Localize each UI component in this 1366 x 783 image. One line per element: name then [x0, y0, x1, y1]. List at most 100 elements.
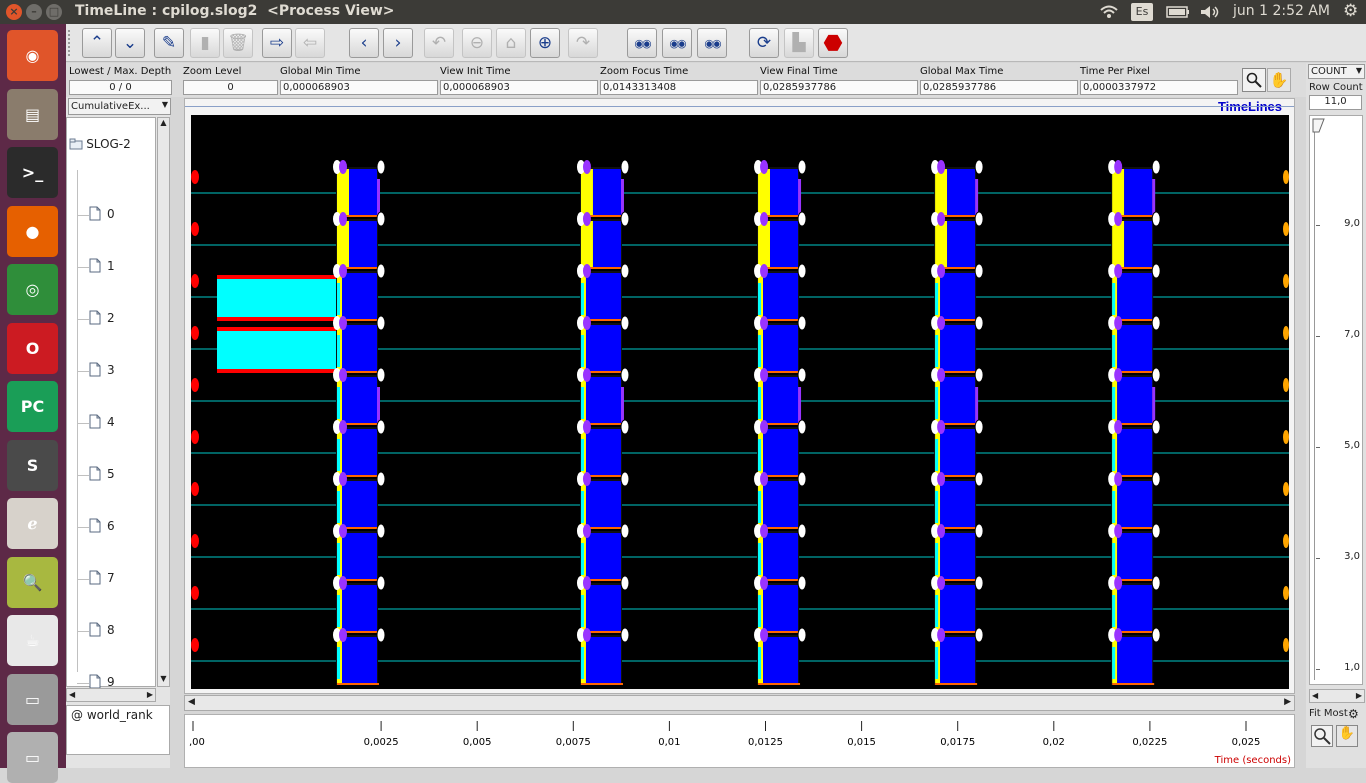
- scroll-up-arrow-icon[interactable]: ▲: [158, 118, 169, 130]
- delete-button[interactable]: 🗑: [223, 28, 253, 58]
- event-marker: [582, 160, 591, 174]
- launcher-drive-icon[interactable]: ▭: [7, 673, 58, 725]
- timeline-horizontal-scrollbar[interactable]: ◀ ▶: [184, 695, 1295, 711]
- launcher-sublime-icon[interactable]: S: [7, 439, 58, 491]
- search-forward-button[interactable]: ◉◉: [697, 28, 727, 58]
- wait-state: [217, 331, 343, 369]
- zoom-fit-button[interactable]: [1311, 725, 1333, 747]
- cyan-state: [337, 491, 340, 523]
- zoom-in-button[interactable]: ⊕: [530, 28, 560, 58]
- row-slider[interactable]: 9,0 7,0 5,0 3,0 1,0: [1309, 115, 1363, 685]
- launcher-terminal-icon[interactable]: >_: [7, 147, 58, 198]
- slider-tick-label: 1,0: [1344, 662, 1360, 673]
- launcher-opera-icon[interactable]: O: [7, 322, 58, 374]
- scroll-down-button[interactable]: ⌄: [115, 28, 145, 58]
- zoom-out-button[interactable]: ⊖: [462, 28, 492, 58]
- hand-icon[interactable]: ✋: [1267, 68, 1291, 92]
- gear-icon[interactable]: ⚙: [1348, 707, 1359, 721]
- launcher-image-viewer-icon[interactable]: 🔍: [7, 556, 58, 608]
- start-marker: [191, 170, 199, 184]
- tree-root[interactable]: SLOG-2: [69, 137, 131, 151]
- window-minimize-button[interactable]: –: [26, 4, 42, 20]
- paste-button[interactable]: ▮: [190, 28, 220, 58]
- go-forward-button[interactable]: ⇨: [262, 28, 292, 58]
- magnifier-icon[interactable]: [1242, 68, 1266, 92]
- tree-item-rank-5[interactable]: 5: [89, 466, 115, 484]
- row-count-field[interactable]: 11,0: [1309, 95, 1362, 110]
- view-init-time-field[interactable]: 0,000068903: [440, 80, 598, 95]
- slider-thumb[interactable]: [1312, 118, 1326, 134]
- home-button[interactable]: ⌂: [496, 28, 526, 58]
- tree-item-rank-2[interactable]: 2: [89, 310, 115, 328]
- keyboard-layout-indicator[interactable]: Es: [1131, 3, 1153, 21]
- event-marker: [339, 264, 347, 278]
- tree-line: [77, 170, 78, 672]
- launcher-trash-icon[interactable]: ▭: [7, 732, 58, 783]
- scroll-right-arrow-icon[interactable]: ▶: [147, 690, 153, 699]
- end-marker: [1283, 170, 1289, 184]
- event-marker: [937, 524, 946, 538]
- tree-item-rank-3[interactable]: 3: [89, 362, 115, 380]
- zoom-focus-time-field[interactable]: 0,0143313408: [600, 80, 758, 95]
- window-maximize-button[interactable]: □: [46, 4, 62, 20]
- battery-icon[interactable]: [1166, 6, 1190, 18]
- refresh-button[interactable]: ⟳: [749, 28, 779, 58]
- chevron-down-icon: ▼: [161, 100, 168, 109]
- launcher-pycharm-icon[interactable]: PC: [7, 381, 58, 432]
- print-button[interactable]: ▙: [784, 28, 814, 58]
- launcher-java-icon[interactable]: ☕: [7, 615, 58, 666]
- view-final-time-field[interactable]: 0,0285937786: [760, 80, 918, 95]
- event-marker: [797, 211, 807, 227]
- scroll-right-arrow-icon[interactable]: ▶: [1284, 697, 1291, 707]
- tree-item-rank-8[interactable]: 8: [89, 622, 115, 640]
- zoom-level-label: Zoom Level: [183, 66, 242, 77]
- edit-button[interactable]: ✎: [154, 28, 184, 58]
- wifi-icon[interactable]: [1099, 5, 1119, 19]
- timeline-canvas[interactable]: [191, 115, 1289, 689]
- undo-button[interactable]: ↶: [424, 28, 454, 58]
- slider-tick: [1316, 447, 1320, 448]
- tree-item-rank-4[interactable]: 4: [89, 414, 115, 432]
- legend-dropdown[interactable]: CumulativeEx... ▼: [68, 98, 171, 115]
- scroll-down-arrow-icon[interactable]: ▼: [158, 674, 169, 686]
- search-backward-button[interactable]: ◉◉: [627, 28, 657, 58]
- tree-item-rank-1[interactable]: 1: [89, 258, 115, 276]
- event-marker: [1151, 159, 1161, 175]
- gear-icon[interactable]: ⚙: [1343, 1, 1358, 21]
- main-state: [940, 273, 976, 319]
- tree-item-rank-7[interactable]: 7: [89, 570, 115, 588]
- window-close-button[interactable]: ×: [6, 4, 22, 20]
- previous-button[interactable]: ‹: [349, 28, 379, 58]
- scroll-right-arrow-icon[interactable]: ▶: [1356, 691, 1362, 700]
- launcher-firefox-icon[interactable]: ●: [7, 205, 58, 257]
- launcher-files-icon[interactable]: ▤: [7, 88, 58, 140]
- chevron-down-icon: ▼: [1355, 66, 1362, 75]
- stop-button[interactable]: ⬣: [818, 28, 848, 58]
- tree-horizontal-scrollbar[interactable]: ◀ ▶: [66, 688, 156, 702]
- right-horizontal-scrollbar[interactable]: ◀ ▶: [1309, 689, 1365, 703]
- axis-label: Time (seconds): [1214, 755, 1291, 766]
- launcher-chrome-icon[interactable]: ◎: [7, 264, 58, 315]
- hand-icon[interactable]: ✋: [1336, 725, 1358, 747]
- scroll-left-arrow-icon[interactable]: ◀: [188, 697, 195, 707]
- main-state: [585, 325, 621, 371]
- launcher-ubuntu-dash-icon[interactable]: ◉: [7, 30, 58, 81]
- end-marker: [1283, 430, 1289, 444]
- event-marker: [797, 263, 807, 279]
- redo-button[interactable]: ↷: [568, 28, 598, 58]
- tree-vertical-scrollbar[interactable]: ▲ ▼: [157, 117, 170, 687]
- toolbar-grip[interactable]: [68, 30, 76, 56]
- next-button[interactable]: ›: [383, 28, 413, 58]
- volume-icon[interactable]: [1200, 5, 1222, 19]
- tree-item-rank-6[interactable]: 6: [89, 518, 115, 536]
- go-back-button[interactable]: ⇦: [295, 28, 325, 58]
- end-marker: [1283, 482, 1289, 496]
- clock[interactable]: jun 1 2:52 AM: [1233, 3, 1330, 19]
- scroll-left-arrow-icon[interactable]: ◀: [1312, 691, 1318, 700]
- scroll-up-button[interactable]: ⌃: [82, 28, 112, 58]
- count-select[interactable]: COUNT ▼: [1308, 64, 1365, 79]
- launcher-document-viewer-icon[interactable]: ℯ: [7, 498, 58, 549]
- tree-item-rank-0[interactable]: 0: [89, 206, 115, 224]
- scroll-left-arrow-icon[interactable]: ◀: [69, 690, 75, 699]
- search-init-button[interactable]: ◉◉: [662, 28, 692, 58]
